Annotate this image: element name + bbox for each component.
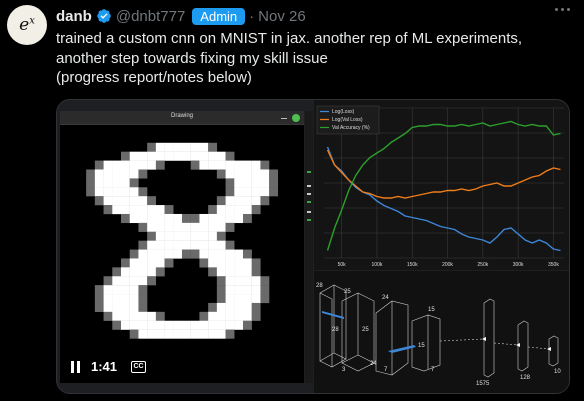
more-options-icon[interactable]: [555, 8, 570, 11]
verified-icon: [97, 9, 111, 23]
diagram-label: 1575: [476, 381, 490, 387]
diagram-label: 15: [428, 307, 435, 313]
playback-controls: 1:41 CC: [71, 359, 147, 374]
captions-icon[interactable]: CC: [131, 360, 147, 373]
author-handle[interactable]: @dnbt777: [116, 8, 185, 25]
x-tick-label: 300k: [513, 262, 524, 268]
code-editor-strip: [305, 111, 313, 383]
post-header: danb @dnbt777 Admin · Nov 26: [56, 6, 306, 26]
close-icon: [292, 114, 300, 122]
post-date[interactable]: Nov 26: [258, 8, 306, 25]
window-titlebar: Drawing: [60, 111, 304, 125]
x-tick-label: 50k: [338, 262, 347, 268]
minimize-icon: [281, 118, 287, 119]
author-name[interactable]: danb: [56, 8, 92, 25]
x-tick-label: 200k: [442, 262, 453, 268]
video-time: 1:41: [91, 359, 118, 374]
post-text-line: (progress report/notes below): [56, 69, 252, 86]
x-tick-label: 100k: [372, 262, 383, 268]
diagram-label: 128: [520, 375, 531, 381]
post-text-line: another step towards fixing my skill iss…: [56, 49, 328, 67]
cnn-architecture-diagram: 28 25 24 15 28 25 24 15 3 7 7 1575 128 1…: [314, 271, 569, 393]
legend-entry: Val Accuracy (%): [332, 125, 370, 131]
pause-icon[interactable]: [71, 360, 83, 373]
diagram-label: 25: [362, 327, 369, 333]
diagram-label: 24: [382, 295, 389, 301]
drawing-window: Drawing: [60, 111, 304, 383]
diagram-label: 28: [316, 283, 323, 289]
diagram-label: 10: [554, 369, 561, 375]
window-title: Drawing: [170, 113, 193, 119]
avatar[interactable]: ex: [7, 5, 47, 45]
admin-badge[interactable]: Admin: [192, 7, 246, 25]
separator: ·: [249, 7, 255, 25]
training-chart: 50k 100k 150k 200k 250k 300k 350k Log(Loss) Log…: [314, 100, 569, 270]
diagram-label: 25: [344, 289, 351, 295]
diagram-label: 24: [370, 361, 377, 367]
post-text: trained a custom cnn on MNIST in jax. an…: [56, 29, 556, 88]
avatar-logo: ex: [19, 15, 35, 35]
diagram-label: 28: [332, 327, 339, 333]
digit-canvas: [60, 125, 304, 383]
post-text-line: trained a custom cnn on MNIST in jax. an…: [56, 30, 523, 47]
x-tick-label: 350k: [548, 262, 559, 268]
legend-entry: Log(Loss): [332, 109, 355, 115]
x-tick-label: 250k: [477, 262, 488, 268]
legend-entry: Log(Val Loss): [332, 117, 363, 123]
video-player[interactable]: Drawing 50k 100k 150k 200k 250k 300k 350k Log(…: [56, 99, 570, 394]
diagram-label: 15: [418, 343, 425, 349]
x-tick-label: 150k: [407, 262, 418, 268]
